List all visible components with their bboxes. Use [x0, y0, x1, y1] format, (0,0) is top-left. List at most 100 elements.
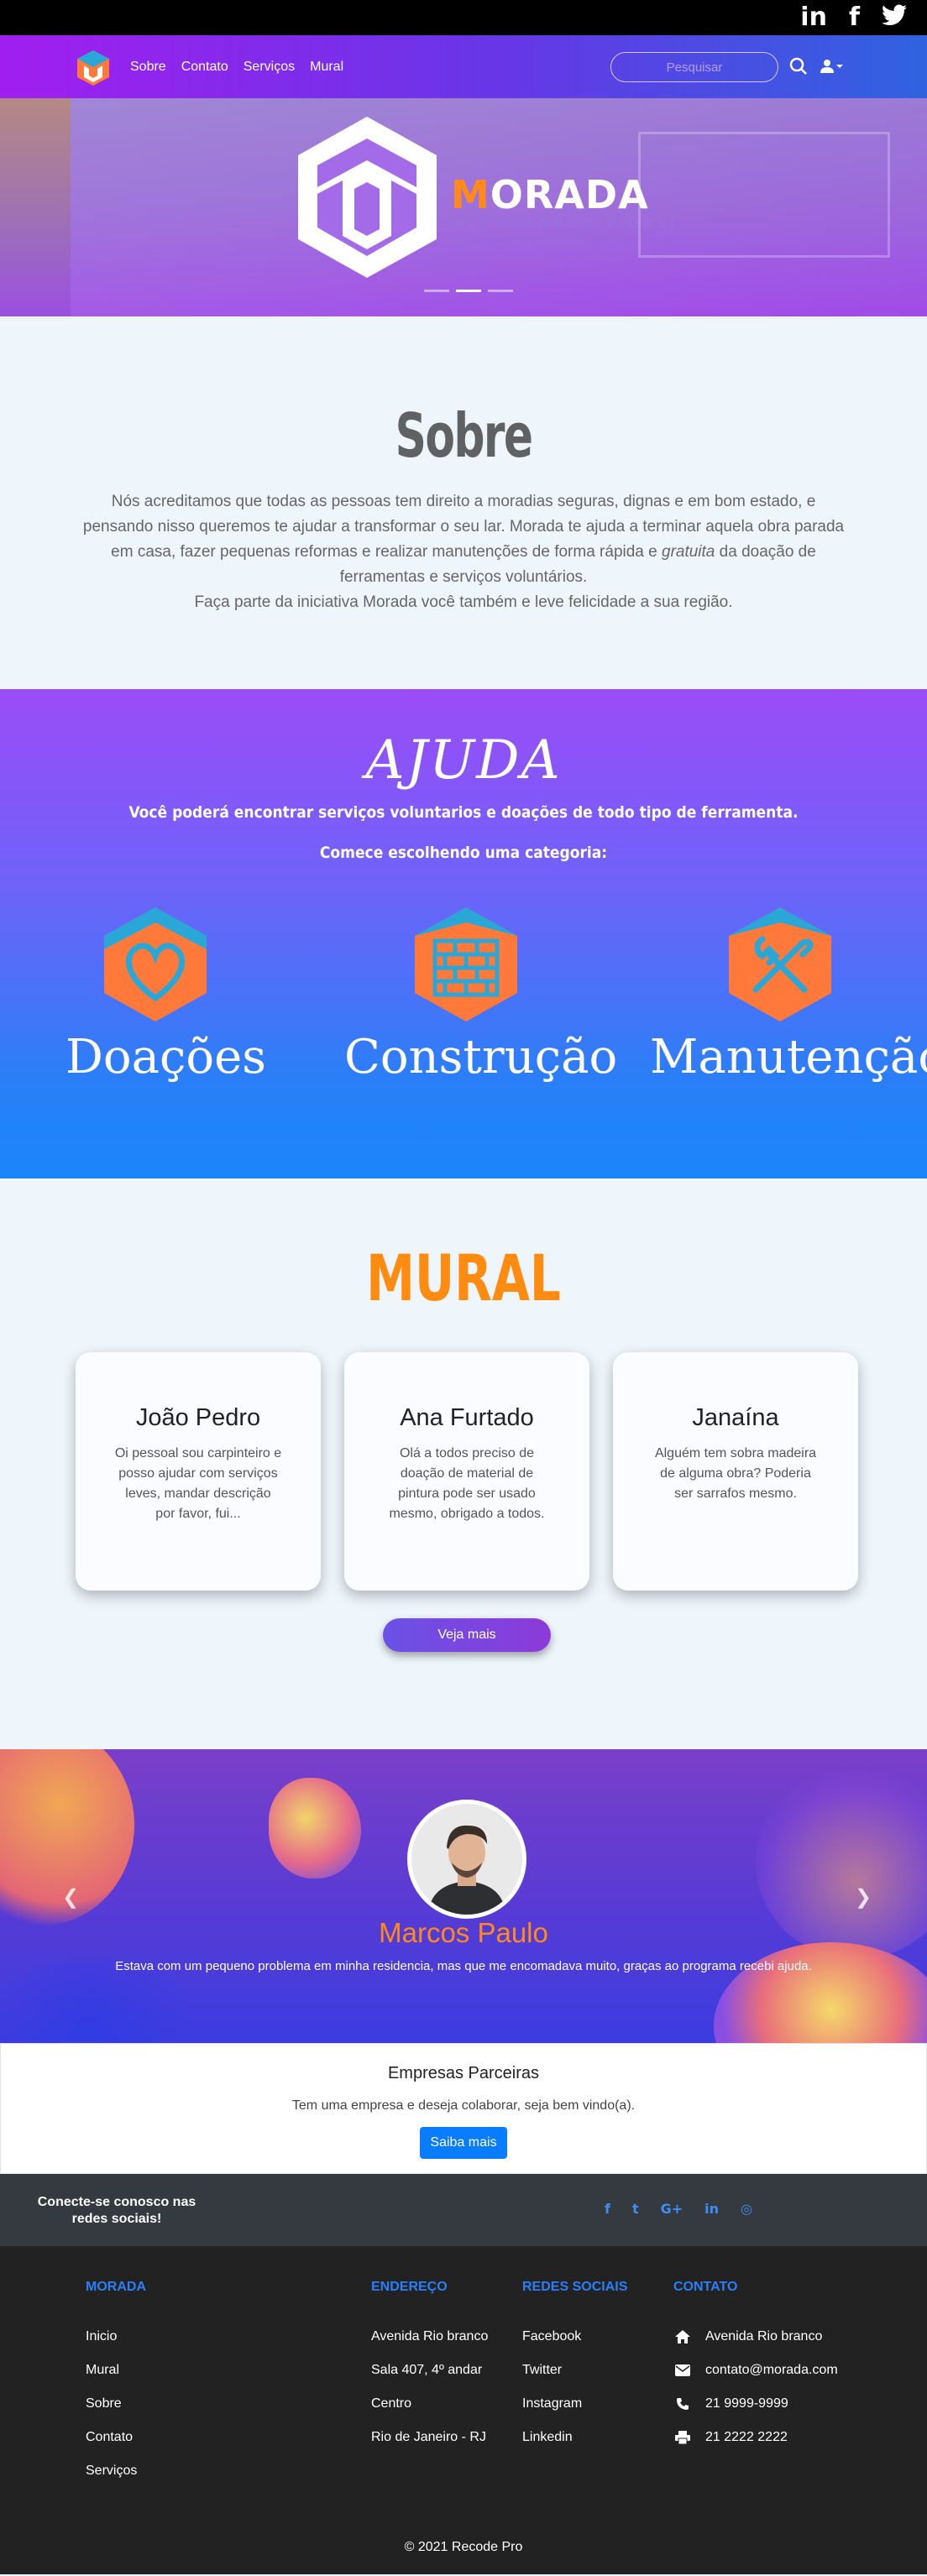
contact-phone[interactable]: 21 9999-9999: [673, 2394, 838, 2414]
category-construcao[interactable]: Construção: [344, 906, 617, 1084]
footer-contato-column: CONTATO Avenida Rio branco contato@morad…: [673, 2280, 838, 2461]
parceiras-text: Tem uma empresa e deseja colaborar, seja…: [291, 2098, 636, 2113]
mural-cards: João Pedro Oi pessoal sou carpinteiro e …: [76, 1352, 858, 1591]
footer-endereco-column: ENDEREÇO Avenida Rio branco Sala 407, 4º…: [371, 2280, 489, 2461]
hero-brand: MORADA: [451, 172, 649, 217]
nav-link-mural[interactable]: Mural: [310, 60, 343, 75]
navbar: Sobre Contato Serviços Mural: [0, 35, 927, 98]
veja-mais-button[interactable]: Veja mais: [383, 1618, 551, 1652]
hero-photo-edge: [0, 98, 71, 316]
card-name: Janaína: [692, 1404, 779, 1431]
nav-link-servicos[interactable]: Serviços: [244, 60, 295, 75]
instagram-icon[interactable]: ◎: [741, 2201, 752, 2217]
footer-link-inicio[interactable]: Inicio: [86, 2327, 146, 2347]
sobre-text: Nós acreditamos que todas as pessoas tem…: [82, 493, 845, 611]
footer-link-contato[interactable]: Contato: [86, 2427, 146, 2448]
ajuda-instruction: Comece escolhendo uma categoria:: [319, 844, 608, 862]
parceiras-title: Empresas Parceiras: [387, 2064, 540, 2082]
connect-social-icons: f t G+ in ◎: [605, 2201, 752, 2217]
saiba-mais-button[interactable]: Saiba mais: [420, 2127, 507, 2159]
parceiras-section: Empresas Parceiras Tem uma empresa e des…: [0, 2043, 927, 2174]
social-topbar: in f: [0, 0, 927, 35]
decor-blob: [714, 1942, 927, 2043]
address-street: Avenida Rio branco: [371, 2329, 489, 2343]
contact-email[interactable]: contato@morada.com: [673, 2360, 838, 2380]
ajuda-subtitle: Você poderá encontrar serviços voluntari…: [128, 803, 799, 822]
connect-text: Conecte-se conosco nas redes sociais!: [37, 2195, 196, 2226]
phone-icon: [677, 2398, 689, 2410]
decor-blob: [269, 1778, 361, 1878]
contact-address: Avenida Rio branco: [673, 2327, 838, 2347]
envelope-icon: [675, 2364, 690, 2376]
card-name: Ana Furtado: [400, 1404, 534, 1431]
print-icon: [675, 2431, 690, 2444]
copyright: © 2021 Recode Pro: [404, 2540, 523, 2554]
heart-hands-icon: [104, 907, 207, 1022]
footer-link-sobre[interactable]: Sobre: [86, 2394, 146, 2414]
category-manutencao[interactable]: Manutenção: [650, 906, 927, 1084]
mural-section: MURAL João Pedro Oi pessoal sou carpinte…: [0, 1178, 927, 1749]
linkedin-icon[interactable]: in: [704, 2201, 719, 2217]
morada-hero-logo-icon: [298, 117, 437, 278]
google-plus-icon[interactable]: G+: [661, 2201, 683, 2217]
ajuda-title: AJUDA: [365, 729, 562, 792]
brick-wall-icon: [415, 907, 517, 1022]
nav-link-sobre[interactable]: Sobre: [130, 60, 166, 75]
footer-link-twitter[interactable]: Twitter: [522, 2360, 627, 2380]
twitter-icon[interactable]: t: [632, 2201, 639, 2217]
category-doacoes[interactable]: Doações: [65, 906, 266, 1084]
connect-bar: Conecte-se conosco nas redes sociais! f …: [0, 2174, 927, 2246]
card-text: Olá a todos preciso de doação de materia…: [389, 1446, 545, 1521]
user-menu[interactable]: [820, 59, 843, 74]
carousel-next-icon[interactable]: ❯: [855, 1885, 872, 1910]
footer-link-instagram[interactable]: Instagram: [522, 2394, 627, 2414]
footer-link-servicos[interactable]: Serviços: [86, 2461, 146, 2481]
hero-house-window: [638, 132, 890, 258]
footer-link-linkedin[interactable]: Linkedin: [522, 2427, 627, 2448]
search-input[interactable]: [610, 52, 778, 82]
carousel-indicator-1[interactable]: [424, 290, 449, 292]
carousel-indicator-2[interactable]: [456, 290, 481, 292]
home-icon: [675, 2330, 690, 2343]
sobre-section: Sobre Nós acreditamos que todas as pesso…: [0, 316, 927, 689]
testimonial-text: Estava com um pequeno problema em minha …: [115, 1959, 812, 1973]
tools-icon: [729, 907, 831, 1022]
nav-link-contato[interactable]: Contato: [181, 60, 228, 75]
hero-tagline: REFORMANDO VIDAS!: [453, 216, 680, 231]
testimonial-name: Marcos Paulo: [379, 1917, 548, 1948]
twitter-icon[interactable]: [882, 4, 907, 31]
mural-title: MURAL: [366, 1241, 561, 1315]
card-text: Oi pessoal sou carpinteiro e posso ajuda…: [114, 1446, 282, 1521]
mural-card[interactable]: João Pedro Oi pessoal sou carpinteiro e …: [76, 1352, 321, 1591]
user-icon: [820, 60, 834, 73]
address-district: Centro: [371, 2396, 412, 2411]
hero-carousel[interactable]: MORADA REFORMANDO VIDAS!: [0, 98, 927, 316]
facebook-icon[interactable]: f: [849, 5, 860, 30]
mural-card[interactable]: Janaína Alguém tem sobra madeira de algu…: [613, 1352, 858, 1591]
carousel-indicator-3[interactable]: [488, 290, 513, 292]
sobre-title: Sobre: [395, 400, 533, 471]
carousel-indicators: [424, 290, 513, 292]
chevron-down-icon: [836, 65, 843, 68]
testimonial-carousel[interactable]: ❮ ❯ Marcos Paulo Estava com um pequeno p…: [0, 1749, 927, 2043]
footer-endereco-title: ENDEREÇO: [371, 2280, 448, 2294]
footer-morada-title: MORADA: [86, 2280, 146, 2294]
footer: MORADA Inicio Mural Sobre Contato Serviç…: [0, 2246, 927, 2574]
contact-fax: 21 2222 2222: [673, 2427, 838, 2448]
footer-link-mural[interactable]: Mural: [86, 2360, 146, 2380]
footer-morada-column: MORADA Inicio Mural Sobre Contato Serviç…: [86, 2280, 146, 2495]
card-text: Alguém tem sobra madeira de alguma obra?…: [654, 1446, 817, 1501]
person-avatar-icon: [411, 1804, 522, 1915]
linkedin-icon[interactable]: in: [800, 5, 827, 30]
footer-link-facebook[interactable]: Facebook: [522, 2327, 627, 2347]
search-icon[interactable]: [789, 57, 808, 76]
footer-contato-title: CONTATO: [673, 2280, 738, 2294]
footer-redes-title: REDES SOCIAIS: [522, 2280, 628, 2294]
card-name: João Pedro: [135, 1404, 261, 1431]
mural-card[interactable]: Ana Furtado Olá a todos preciso de doaçã…: [344, 1352, 589, 1591]
address-room: Sala 407, 4º andar: [371, 2363, 483, 2377]
carousel-prev-icon[interactable]: ❮: [62, 1885, 79, 1910]
morada-logo-icon[interactable]: [74, 49, 113, 87]
nav-links: Sobre Contato Serviços Mural: [130, 35, 343, 98]
facebook-icon[interactable]: f: [605, 2201, 610, 2217]
